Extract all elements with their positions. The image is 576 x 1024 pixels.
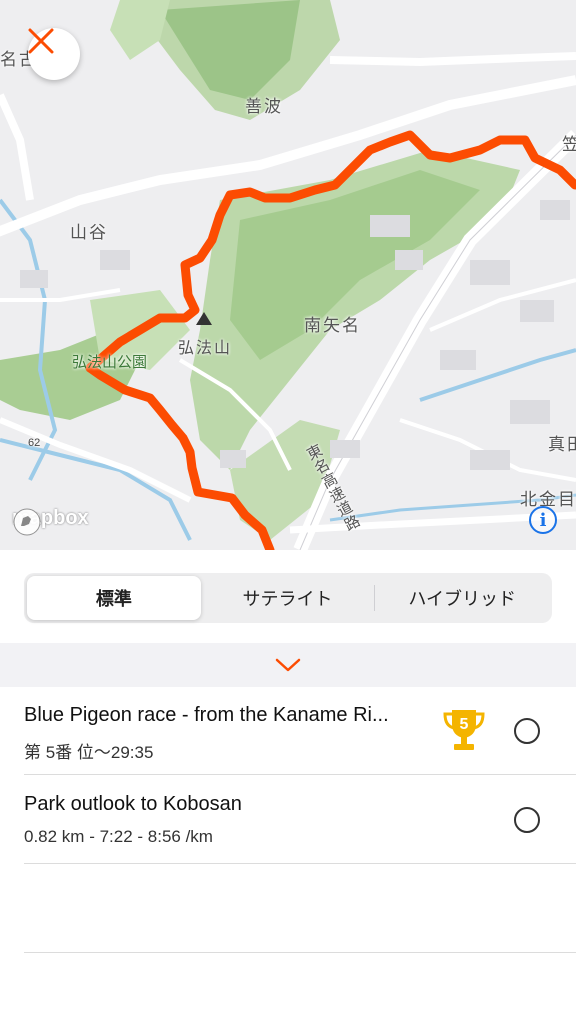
map-type-standard[interactable]: 標準 bbox=[27, 576, 201, 620]
info-icon: i bbox=[539, 509, 547, 531]
mapbox-logo-icon bbox=[13, 508, 41, 536]
map-label-kobosan-park: 弘法山公園 bbox=[72, 354, 148, 371]
segment-title: Blue Pigeon race - from the Kaname Ri... bbox=[24, 704, 389, 726]
map-type-satellite[interactable]: サテライト bbox=[201, 576, 375, 620]
route-map[interactable]: 名古 善波 山谷 南矢名 弘法山 弘法山公園 笠 真田 北金目 東名高速道路 6… bbox=[0, 0, 576, 550]
map-label-minamiyana: 南矢名 bbox=[304, 316, 361, 335]
segment-title: Park outlook to Kobosan bbox=[24, 793, 242, 815]
close-button[interactable] bbox=[28, 28, 80, 80]
chevron-down-icon bbox=[275, 658, 301, 672]
mapbox-attribution[interactable]: mapbox bbox=[12, 507, 89, 536]
segment-radio[interactable] bbox=[514, 807, 540, 833]
close-x-icon bbox=[28, 28, 54, 54]
map-label-kobosan: 弘法山 bbox=[178, 340, 233, 357]
map-label-kasa: 笠 bbox=[562, 135, 576, 154]
segment-row[interactable]: Blue Pigeon race - from the Kaname Ri...… bbox=[24, 686, 576, 775]
trophy-icon: 5 bbox=[440, 706, 488, 759]
collapse-handle[interactable] bbox=[0, 643, 576, 687]
map-type-hybrid[interactable]: ハイブリッド bbox=[375, 576, 549, 620]
map-label-yamaya: 山谷 bbox=[70, 223, 108, 242]
segment-subtitle: 0.82 km - 7:22 - 8:56 /km bbox=[24, 827, 213, 846]
map-canvas bbox=[0, 0, 576, 550]
segment-subtitle: 第 5番 位〜29:35 bbox=[24, 743, 154, 762]
map-type-segmented-control: 標準 サテライト ハイブリッド bbox=[24, 573, 552, 623]
empty-list-row bbox=[24, 864, 576, 953]
map-label-mada: 真田 bbox=[548, 435, 576, 454]
map-label-zenba: 善波 bbox=[245, 97, 283, 116]
trophy-rank: 5 bbox=[460, 716, 469, 733]
info-button[interactable]: i bbox=[529, 506, 557, 534]
segment-row[interactable]: Park outlook to Kobosan 0.82 km - 7:22 -… bbox=[24, 775, 576, 864]
map-label-route62: 62 bbox=[28, 437, 41, 449]
segment-radio[interactable] bbox=[514, 718, 540, 744]
